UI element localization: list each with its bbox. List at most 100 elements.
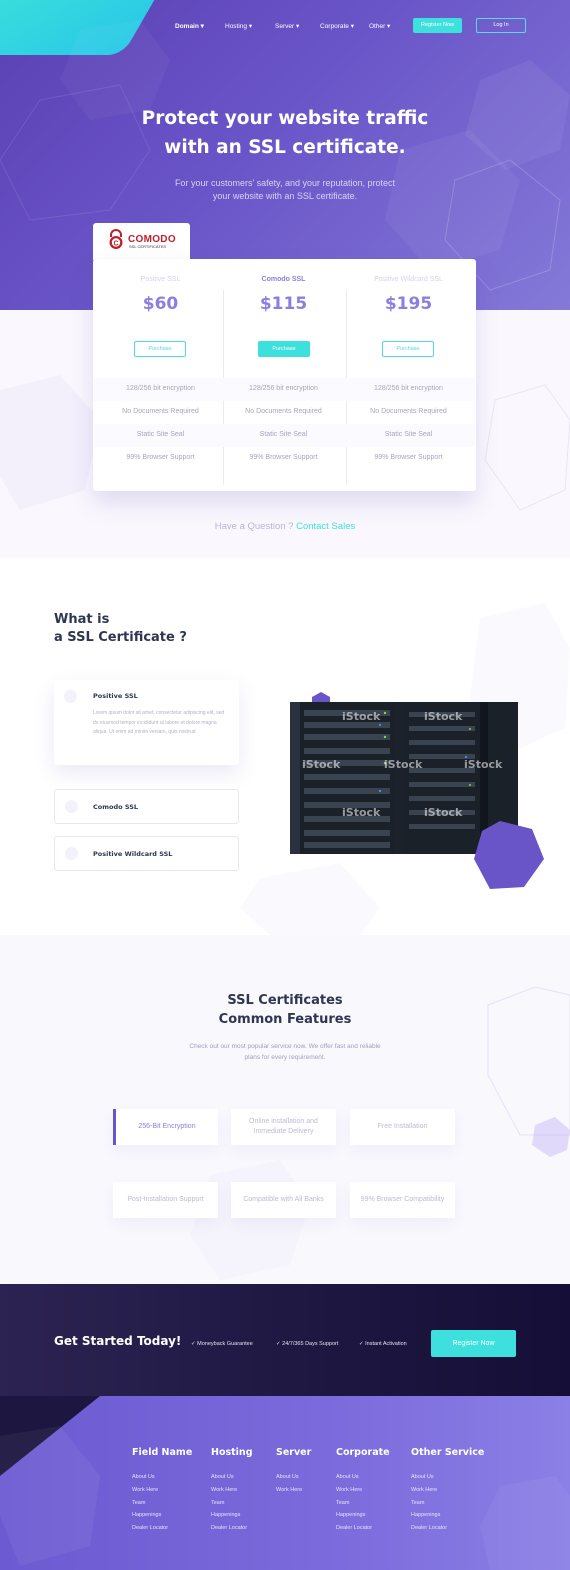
accordion-title: Comodo SSL [93,803,139,811]
hero-subtitle: For your customers’ safety, and your rep… [150,177,420,203]
feature-box: Free Installation [350,1109,455,1145]
contact-sales-link[interactable]: Contact Sales [296,521,355,532]
plan-feature: Static Site Seal [384,431,433,438]
accordion-dot-icon [65,847,78,860]
footer-link[interactable]: Team [211,1500,224,1506]
footer-column-title: Field Name [132,1447,193,1458]
what-is-title-line1: What is [54,612,110,627]
features-title-line2: Common Features [218,1012,352,1027]
accordion-item-positive-ssl[interactable]: Positive SSL Lorem ipsum dolor sit amet,… [54,680,239,765]
accordion-item-positive-wildcard-ssl[interactable]: Positive Wildcard SSL [54,836,239,871]
svg-text:C: C [113,241,118,248]
plan-feature: 128/256 bit encryption [126,385,195,392]
hero-title-line2: with an SSL certificate. [164,137,406,158]
hero-title: Protect your website traffic with an SSL… [90,104,480,162]
hero-title-line1: Protect your website traffic [141,108,429,129]
cta-check-label: Instant Activation [365,1341,407,1347]
footer-column-title: Other Service [411,1447,485,1458]
footer-link[interactable]: Dealer Locator [132,1525,168,1531]
footer-link[interactable]: About Us [336,1474,359,1480]
purchase-button[interactable]: Purchase [382,341,434,357]
nav-corporate[interactable]: Corporate ▾ [320,22,354,30]
footer-link[interactable]: Happenings [132,1512,161,1518]
watermark: iStock [302,758,341,771]
what-is-title: What is a SSL Certificate ? [54,611,187,647]
nav-domain[interactable]: Domain ▾ [175,22,204,30]
features-title-line1: SSL Certificates [227,993,343,1008]
cta-check-item: ✓ Moneyback Guarantee [191,1341,253,1347]
accordion-body: Lorem ipsum dolor sit amet, consectetur … [93,710,225,735]
footer-link[interactable]: About Us [276,1474,299,1480]
footer-link[interactable]: About Us [211,1474,234,1480]
watermark: iStock [424,710,463,723]
watermark: iStock [342,806,381,819]
footer [0,1396,570,1570]
footer-link[interactable]: Happenings [211,1512,240,1518]
accordion-title: Positive Wildcard SSL [93,850,173,858]
footer-link[interactable]: About Us [132,1474,155,1480]
footer-link[interactable]: About Us [411,1474,434,1480]
footer-column-title: Hosting [211,1447,253,1458]
plan-feature: 99% Browser Support [126,454,195,461]
accordion-dot-icon [64,690,77,703]
plan-feature: No Documents Required [122,408,199,415]
footer-link[interactable]: Work Here [411,1487,437,1493]
feature-box: 256-Bit Encryption [113,1109,218,1145]
brand-logo-sub: SSL CERTIFICATES [129,244,167,249]
footer-shape [0,1396,570,1570]
cta-check-label: 24/7/365 Days Support [282,1341,339,1347]
features-subtitle: Check out our most popular service now. … [160,1041,410,1063]
watermark: iStock [464,758,503,771]
footer-link[interactable]: Dealer Locator [336,1525,372,1531]
plan-feature: No Documents Required [370,408,447,415]
features-subtitle-line2: plans for every requirement. [244,1054,326,1061]
purchase-button[interactable]: Purchase [258,341,310,357]
feature-box: Post-Installation Support [113,1182,218,1218]
footer-link[interactable]: Dealer Locator [211,1525,247,1531]
footer-link[interactable]: Team [336,1500,349,1506]
plan-feature: 128/256 bit encryption [249,385,318,392]
comodo-lock-icon: C [109,229,123,249]
footer-link[interactable]: Work Here [336,1487,362,1493]
plan-name: Positive Wildcard SSL [374,276,443,283]
question-line: Have a Question ? Contact Sales [150,521,420,532]
footer-column-title: Server [276,1447,312,1458]
cta-check-label: Moneyback Guarantee [197,1341,253,1347]
feature-box: Compatible with All Banks [231,1182,336,1218]
accordion-dot-icon [65,800,78,813]
accordion-item-comodo-ssl[interactable]: Comodo SSL [54,789,239,824]
footer-link[interactable]: Happenings [336,1512,365,1518]
footer-link[interactable]: Work Here [132,1487,158,1493]
footer-link[interactable]: Happenings [411,1512,440,1518]
hero-subtitle-line2: your website with an SSL certificate. [212,191,358,201]
hexagon-accent-large [474,821,544,889]
feature-box: Online installation and Immediate Delive… [231,1109,336,1145]
nav-other[interactable]: Other ▾ [369,22,390,30]
plan-name: Positive SSL [140,276,181,283]
cta-check-item: ✓ 24/7/365 Days Support [276,1341,338,1347]
plan-feature: Static Site Seal [136,431,185,438]
features-subtitle-line1: Check out our most popular service now. … [189,1043,381,1050]
login-button[interactable]: Log In [476,18,526,33]
what-is-title-line2: a SSL Certificate ? [54,630,187,645]
cta-title: Get Started Today! [54,1334,182,1348]
footer-link[interactable]: Work Here [276,1487,302,1493]
footer-link[interactable]: Dealer Locator [411,1525,447,1531]
feature-box: 99% Browser Compatibility [350,1182,455,1218]
watermark: iStock [384,758,423,771]
footer-link[interactable]: Team [132,1500,145,1506]
footer-link[interactable]: Work Here [211,1487,237,1493]
footer-link[interactable]: Team [411,1500,424,1506]
plan-name: Comodo SSL [261,276,306,283]
watermark: iStock [342,710,381,723]
nav-hosting[interactable]: Hosting ▾ [225,22,252,30]
watermark: iStock [424,806,463,819]
register-button[interactable]: Register Now [413,18,462,33]
hero-subtitle-line1: For your customers’ safety, and your rep… [174,178,396,188]
plan-feature: 128/256 bit encryption [374,385,443,392]
nav-server[interactable]: Server ▾ [275,22,299,30]
plan-price: $195 [384,294,433,314]
plan-feature: 99% Browser Support [249,454,318,461]
purchase-button[interactable]: Purchase [134,341,186,357]
cta-register-button[interactable]: Register Now [431,1330,516,1357]
